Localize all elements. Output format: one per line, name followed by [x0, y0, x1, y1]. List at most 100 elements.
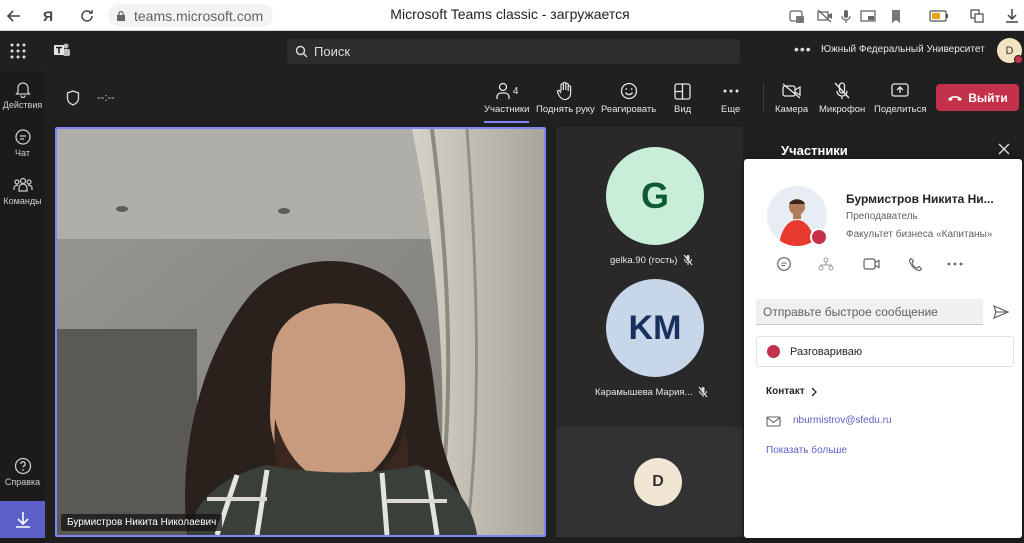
rail-item-chat[interactable]: Чат — [0, 128, 45, 158]
search-icon — [295, 45, 308, 58]
participant-tile[interactable]: D — [556, 427, 743, 537]
meeting-toolbar: --:-- 4 Участники Поднять руку Реагирова… — [45, 71, 1024, 125]
chat-action-icon[interactable] — [775, 255, 793, 273]
chevron-right-icon — [811, 387, 817, 396]
teams-header: Поиск ••• Южный Федеральный Университет … — [0, 31, 1024, 71]
camera-button[interactable]: Камера — [775, 80, 808, 115]
rail-label: Команды — [3, 196, 42, 206]
download-browser-icon[interactable] — [1002, 6, 1022, 26]
address-bar[interactable]: teams.microsoft.com — [108, 4, 273, 27]
panel-title: Участники — [781, 143, 848, 158]
rail-label: Действия — [2, 100, 43, 110]
react-button[interactable]: Реагировать — [601, 80, 656, 115]
view-button[interactable]: Вид — [674, 80, 691, 115]
download-app-button[interactable] — [0, 501, 45, 538]
bookmark-icon[interactable] — [886, 6, 906, 26]
camera-label: Камера — [775, 104, 809, 115]
reload-icon[interactable] — [77, 6, 97, 26]
org-chart-icon[interactable] — [817, 255, 835, 273]
video-call-icon[interactable] — [862, 255, 880, 273]
busy-status-icon — [767, 345, 780, 358]
participant-avatar[interactable]: KM — [606, 279, 704, 377]
microphone-button[interactable]: Микрофон — [819, 80, 865, 115]
avatar-initial: D — [1005, 44, 1014, 57]
rail-item-teams[interactable]: Команды — [0, 176, 45, 206]
share-label: Поделиться — [874, 104, 927, 115]
status-text: Разговариваю — [790, 345, 863, 358]
rail-label: Справка — [4, 477, 41, 487]
search-placeholder: Поиск — [314, 44, 351, 59]
camera-off-icon — [781, 83, 801, 99]
hang-up-icon — [948, 95, 963, 101]
browser-toolbar: Я teams.microsoft.com Microsoft Teams cl… — [0, 0, 1024, 31]
participants-button[interactable]: 4 Участники — [484, 80, 530, 123]
show-more-link[interactable]: Показать больше — [766, 445, 847, 456]
teams-logo-icon — [53, 42, 71, 58]
profile-card: Бурмистров Никита Ни... Преподаватель Фа… — [744, 159, 1022, 538]
camera-off-browser-icon[interactable] — [815, 6, 835, 26]
mail-icon — [766, 416, 781, 427]
raise-hand-label: Поднять руку — [536, 104, 595, 115]
more-icon[interactable] — [946, 255, 964, 273]
main-video-tile[interactable]: Бурмистров Никита Николаевич — [55, 127, 546, 537]
phone-icon[interactable] — [906, 255, 924, 273]
share-screen-icon — [891, 83, 909, 97]
react-label: Реагировать — [601, 104, 657, 115]
toolbar-divider — [763, 83, 764, 113]
speaker-name-label: Бурмистров Никита Николаевич — [61, 514, 223, 531]
badge-icon[interactable] — [787, 6, 807, 26]
shield-icon[interactable] — [66, 90, 80, 106]
share-button[interactable]: Поделиться — [874, 80, 926, 115]
mic-off-icon — [699, 386, 708, 398]
yandex-icon[interactable]: Я — [38, 6, 58, 26]
participant-initials: D — [652, 473, 664, 490]
rail-item-activity[interactable]: Действия — [0, 80, 45, 110]
participant-avatar: D — [634, 458, 682, 506]
app-launcher-icon[interactable] — [10, 43, 26, 59]
back-arrow-icon[interactable] — [4, 6, 24, 26]
leave-label: Выйти — [968, 90, 1008, 105]
url-text: teams.microsoft.com — [134, 7, 264, 24]
user-avatar[interactable]: D — [997, 38, 1023, 64]
participant-name: Карамышева Мария... — [595, 386, 708, 398]
more-options-button[interactable]: ••• — [794, 41, 812, 57]
layout-icon — [674, 82, 691, 100]
collections-icon[interactable] — [967, 6, 987, 26]
raise-hand-button[interactable]: Поднять руку — [536, 80, 595, 115]
more-actions-button[interactable]: Еще — [721, 80, 740, 115]
ellipsis-icon — [723, 89, 739, 93]
rail-label: Чат — [15, 148, 30, 158]
participant-name-text: gelka.90 (гость) — [610, 254, 678, 266]
help-icon — [14, 457, 31, 475]
participant-initials: KM — [628, 308, 682, 347]
meeting-timer: --:-- — [97, 92, 115, 104]
people-icon — [496, 82, 510, 99]
email-link[interactable]: nburmistrov@sfedu.ru — [793, 415, 892, 426]
search-input[interactable]: Поиск — [287, 39, 740, 64]
organization-name[interactable]: Южный Федеральный Университет — [821, 44, 985, 55]
pip-icon[interactable] — [858, 6, 878, 26]
contact-section-toggle[interactable]: Контакт — [766, 386, 817, 397]
leave-button[interactable]: Выйти — [936, 84, 1019, 111]
microphone-label: Микрофон — [819, 104, 866, 115]
bell-icon — [14, 82, 31, 98]
mic-browser-icon[interactable] — [836, 6, 856, 26]
quick-message-placeholder: Отправьте быстрое сообщение — [763, 304, 938, 319]
rail-item-help[interactable]: Справка — [0, 457, 45, 487]
participant-initials: G — [640, 175, 669, 216]
teams-icon — [12, 177, 33, 192]
mic-off-icon — [684, 254, 693, 266]
smiley-icon — [620, 82, 637, 100]
lock-icon — [117, 10, 125, 21]
send-icon[interactable] — [993, 305, 1009, 319]
mic-off-icon — [834, 82, 850, 99]
quick-message-input[interactable]: Отправьте быстрое сообщение — [756, 299, 983, 325]
presence-badge — [1014, 55, 1023, 64]
participant-name-text: Карамышева Мария... — [595, 386, 693, 398]
close-icon[interactable] — [998, 143, 1010, 155]
participant-avatar[interactable]: G — [606, 147, 704, 245]
participant-tiles: G gelka.90 (гость) KM Карамышева Мария..… — [556, 127, 743, 537]
contact-heading: Контакт — [766, 386, 805, 397]
download-icon — [15, 511, 30, 528]
browser-page-title: Microsoft Teams classic - загружается — [390, 6, 630, 22]
